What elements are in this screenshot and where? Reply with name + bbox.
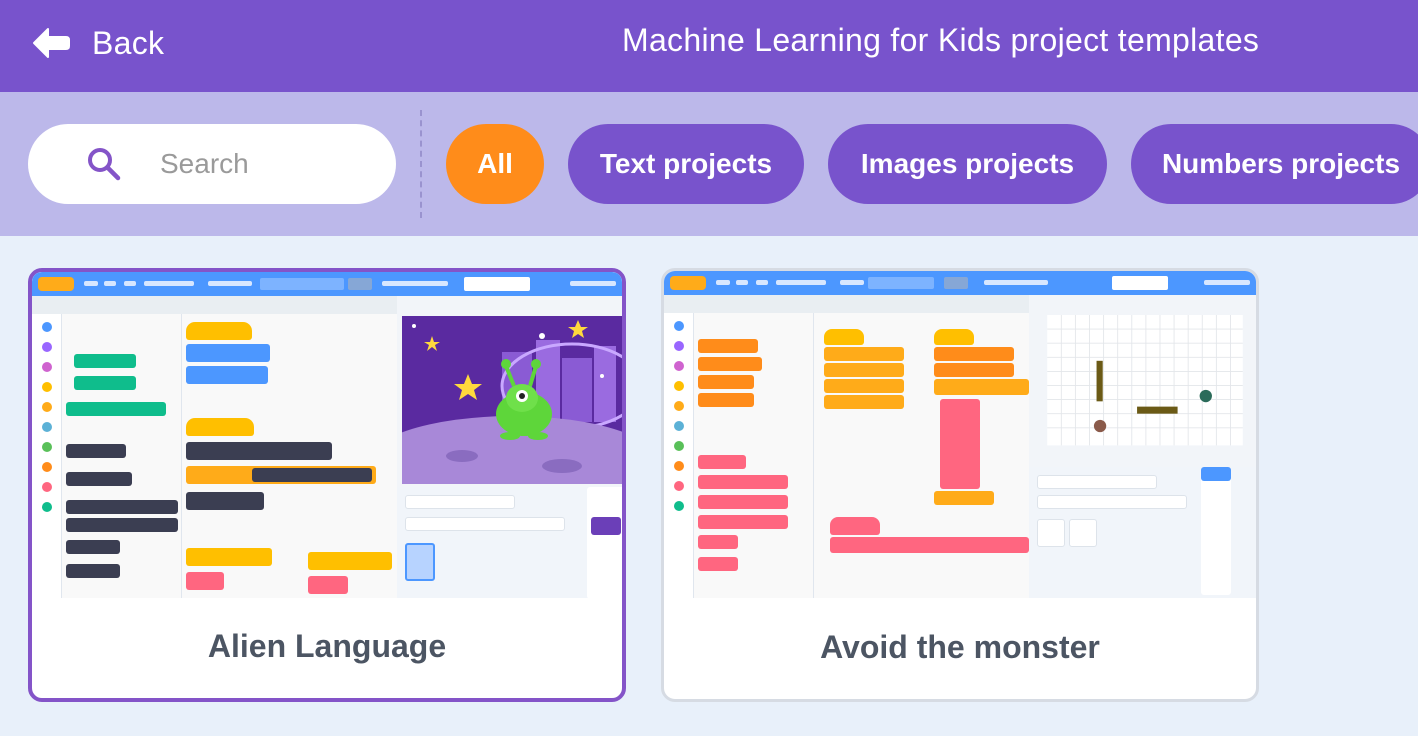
back-button[interactable]: Back xyxy=(32,22,164,64)
back-label: Back xyxy=(92,24,165,61)
header-bar: Back Machine Learning for Kids project t… xyxy=(0,0,1418,92)
project-card-title: Alien Language xyxy=(207,627,447,664)
project-card-alien-language[interactable]: Alien Language xyxy=(28,268,626,702)
project-thumbnail xyxy=(664,271,1256,598)
filter-chip-images-projects[interactable]: Images projects xyxy=(828,124,1107,204)
filter-chip-all[interactable]: All xyxy=(446,124,544,204)
project-thumbnail xyxy=(32,272,622,598)
page-title: Machine Learning for Kids project templa… xyxy=(622,22,1260,58)
search-icon xyxy=(88,148,121,181)
search-box[interactable] xyxy=(28,124,396,204)
back-arrow-icon xyxy=(33,28,70,58)
thumbnail-menu-bar xyxy=(664,271,1256,295)
filter-divider xyxy=(420,110,422,218)
filter-chip-numbers-projects[interactable]: Numbers projects xyxy=(1131,124,1418,204)
thumbnail-menu-bar xyxy=(32,272,622,296)
alien-stage-image xyxy=(402,316,622,484)
project-card-title: Avoid the monster xyxy=(820,628,1100,665)
filter-chip-text-projects[interactable]: Text projects xyxy=(568,124,804,204)
monster-stage-image xyxy=(1047,315,1243,446)
filter-bar: All Text projects Images projects Number… xyxy=(0,92,1418,236)
search-input[interactable] xyxy=(160,142,380,186)
project-card-avoid-the-monster[interactable]: Avoid the monster xyxy=(661,268,1259,702)
